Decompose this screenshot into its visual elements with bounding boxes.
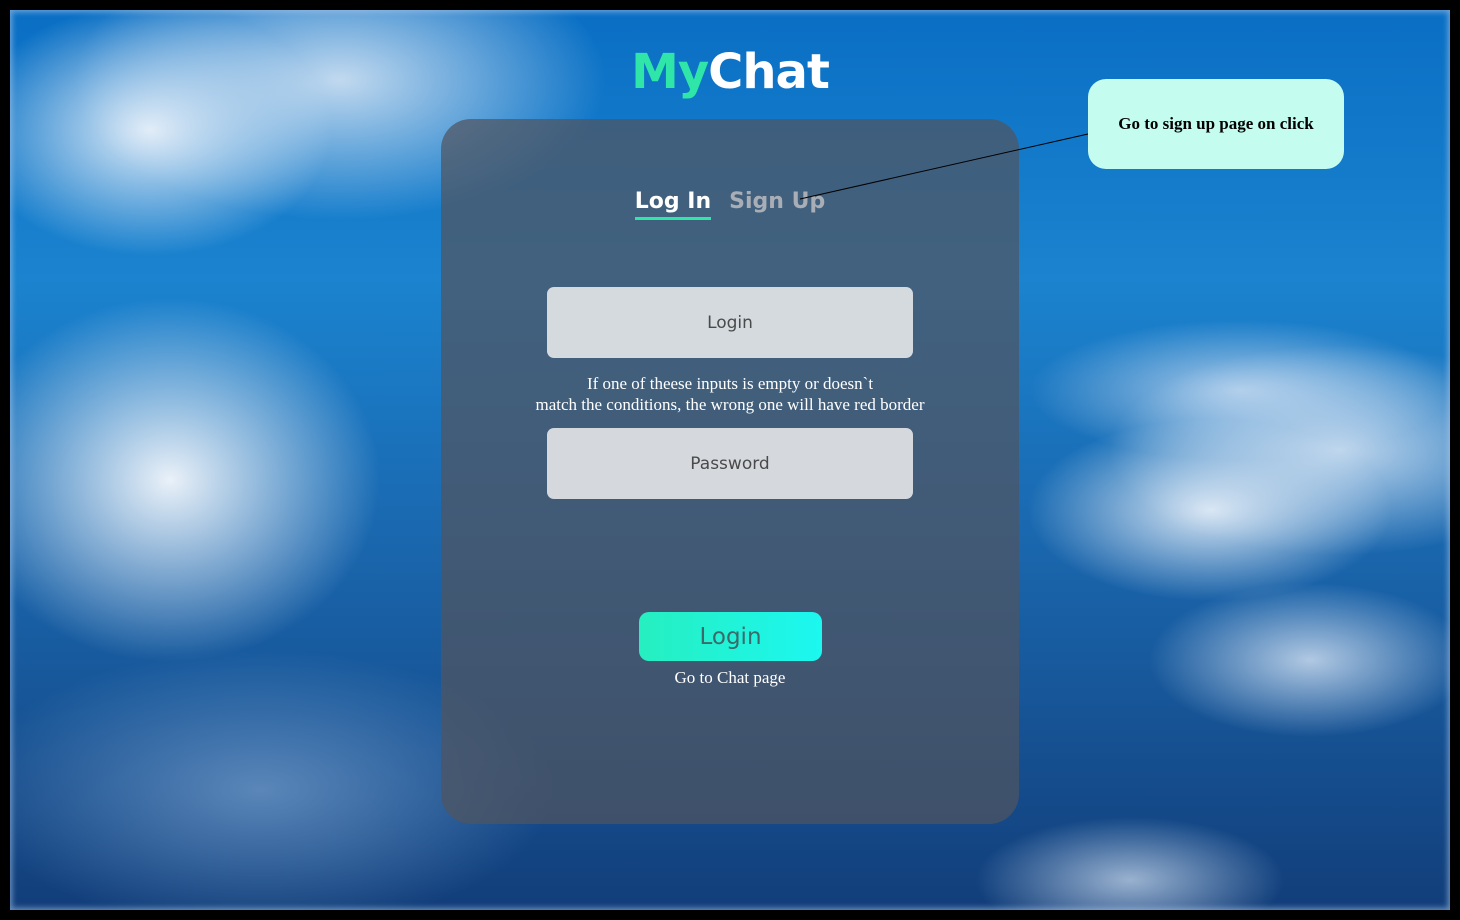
annotation-callout: Go to sign up page on click [1088, 79, 1344, 169]
password-input[interactable] [547, 428, 913, 499]
login-button[interactable]: Login [639, 612, 822, 661]
validation-note-line-2: match the conditions, the wrong one will… [535, 395, 925, 414]
auth-card: Log In Sign Up If one of theese inputs i… [441, 119, 1019, 824]
brand-logo-part-my: My [631, 44, 709, 100]
tab-sign-up[interactable]: Sign Up [729, 189, 825, 220]
screen-frame: MyChat Log In Sign Up If one of theese i… [0, 0, 1460, 920]
tab-log-in[interactable]: Log In [634, 189, 712, 220]
annotation-callout-text: Go to sign up page on click [1118, 114, 1314, 133]
brand-logo-part-chat: Chat [708, 44, 830, 100]
login-input[interactable] [547, 287, 913, 358]
validation-note-line-1: If one of theese inputs is empty or does… [586, 374, 874, 393]
auth-tabs: Log In Sign Up [441, 189, 1019, 220]
login-button-note: Go to Chat page [674, 668, 786, 687]
validation-note: If one of theese inputs is empty or does… [441, 373, 1019, 415]
